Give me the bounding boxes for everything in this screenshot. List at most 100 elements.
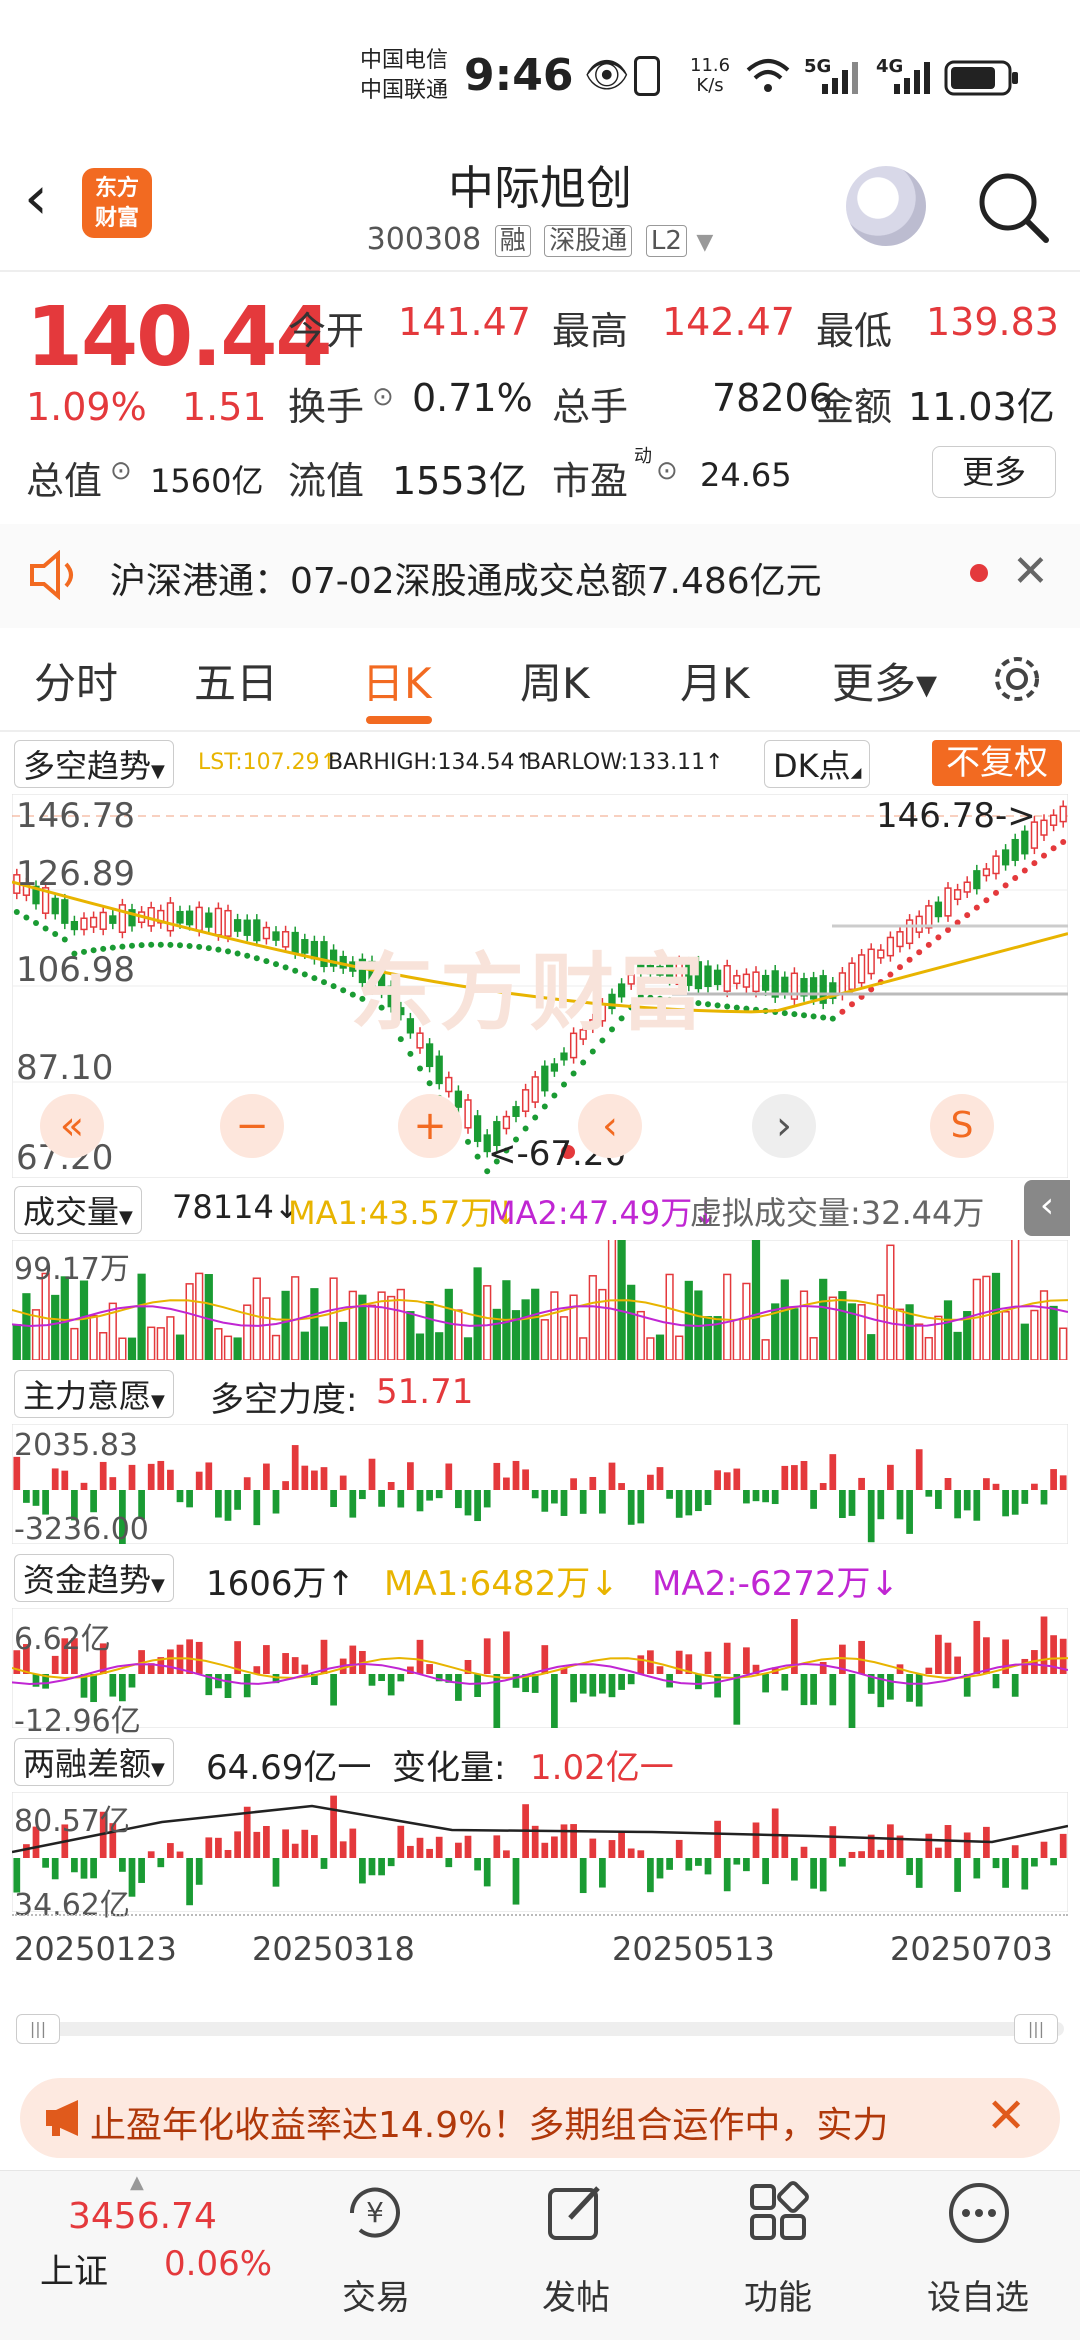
unread-dot [970, 564, 988, 582]
nav-functions[interactable]: 功能 [698, 2270, 858, 2319]
indicator-bar [368, 1858, 376, 1876]
tab-daily-k[interactable]: 日K [362, 650, 432, 711]
gear-icon[interactable] [990, 652, 1044, 706]
indicator-bar [848, 1490, 856, 1516]
zoom-in-button[interactable]: + [398, 1094, 462, 1158]
volume-bar [790, 1308, 799, 1360]
last-price: 140.44 [26, 290, 332, 385]
scroll-left-button[interactable]: ‹ [578, 1094, 642, 1158]
indicator-bar [243, 1477, 251, 1490]
indicator-bar [128, 1674, 136, 1688]
range-handle-left[interactable]: ||| [16, 2014, 60, 2044]
tab-more[interactable]: 更多▾ [832, 650, 937, 711]
range-handle-right[interactable]: ||| [1014, 2014, 1058, 2044]
nav-post[interactable]: 发帖 [496, 2270, 656, 2319]
indicator-bar [983, 1478, 990, 1490]
indicator-selector[interactable]: 多空趋势▼ [14, 740, 174, 788]
indicator-bar [90, 1858, 97, 1879]
assistant-robot-icon[interactable] [846, 166, 926, 246]
index-pct[interactable]: 0.06% [164, 2244, 272, 2284]
indicator-bar [320, 1467, 328, 1490]
info-icon-2[interactable]: ⊙ [110, 456, 132, 486]
indicator-bar [445, 1858, 453, 1868]
dk-label: DK点 [773, 747, 851, 785]
y-label-2: 126.89 [16, 854, 135, 894]
scroll-left-fast-button[interactable]: « [40, 1094, 104, 1158]
volume-bar [655, 1334, 665, 1360]
main-force-selector[interactable]: 主力意愿▼ [14, 1370, 174, 1418]
indicator-bar [215, 1837, 222, 1858]
fund-trend-selector[interactable]: 资金趋势▼ [14, 1554, 174, 1602]
indicator-bar [810, 1858, 817, 1889]
range-slider-track[interactable] [16, 2022, 1064, 2036]
status-bar: 中国电信 中国联通 9:46 👁 11.6 K/s 5G 4G [0, 0, 1080, 150]
active-tab-indicator [366, 716, 432, 724]
scroll-right-button[interactable]: › [752, 1094, 816, 1158]
volume-selector[interactable]: 成交量▼ [14, 1186, 142, 1234]
functions-icon[interactable] [746, 2180, 812, 2246]
trend-dot [791, 1011, 798, 1018]
indicator-bar [32, 1674, 40, 1687]
info-icon-3[interactable]: ⊙ [656, 456, 678, 486]
indicator-bar [733, 1858, 741, 1865]
close-icon[interactable]: ✕ [986, 2088, 1026, 2144]
volume-bar [310, 1288, 319, 1360]
more-button[interactable]: 更多 [932, 446, 1056, 498]
nav-watchlist[interactable]: 设自选 [898, 2270, 1058, 2319]
margin-value: 64.69亿一 [206, 1748, 372, 1788]
volume-bar [79, 1280, 89, 1360]
fullscreen-icon[interactable]: S [930, 1094, 994, 1158]
adjust-button[interactable]: 不复权 [932, 740, 1062, 786]
main-force-label: 主力意愿 [23, 1377, 152, 1415]
search-icon[interactable] [974, 168, 1054, 248]
indicator-bar [781, 1674, 789, 1691]
more-options-icon[interactable] [946, 2180, 1012, 2246]
turnover-label: 换手 [288, 385, 365, 429]
candle [166, 902, 175, 932]
tab-weekly-k[interactable]: 周K [520, 650, 590, 711]
tab-intraday[interactable]: 分时 [34, 650, 118, 711]
close-icon[interactable]: ✕ [1012, 546, 1049, 597]
indicator-bar [311, 1835, 318, 1858]
index-value[interactable]: 3456.74 [68, 2196, 217, 2237]
candle [550, 1063, 559, 1072]
indicator-bar [397, 1674, 405, 1682]
indicator-bar [608, 1462, 616, 1490]
indicator-bar [589, 1838, 597, 1858]
candle [781, 976, 789, 994]
indicator-bar [243, 1806, 251, 1858]
indicator-bar [483, 1638, 491, 1674]
tab-five-day[interactable]: 五日 [194, 650, 278, 711]
indicator-bar [992, 1674, 1000, 1689]
tab-monthly-k[interactable]: 月K [680, 650, 750, 711]
volume-bar [262, 1297, 271, 1360]
indicator-bar [637, 1655, 645, 1674]
post-icon[interactable] [544, 2180, 610, 2246]
trade-icon[interactable]: ¥ [342, 2180, 408, 2246]
indicator-bar [455, 1490, 462, 1509]
indicator-bar [560, 1824, 568, 1858]
indicator-bar [224, 1490, 232, 1521]
trend-dot [42, 925, 49, 932]
indicator-bar [791, 1858, 798, 1881]
indicator-bar [512, 1460, 520, 1490]
main-force-top: 2035.83 [14, 1428, 139, 1463]
indicator-bar [1011, 1845, 1019, 1858]
nav-trade[interactable]: 交易 [296, 2270, 456, 2319]
zoom-out-button[interactable]: − [220, 1094, 284, 1158]
indicator-bar [90, 1490, 97, 1513]
margin-selector[interactable]: 两融差额▼ [14, 1738, 174, 1786]
stock-code: 300308 [366, 222, 482, 257]
trend-dot [839, 1008, 846, 1015]
trend-dot [129, 942, 135, 949]
indicator-bar [531, 1674, 539, 1693]
dk-point-selector[interactable]: DK点◢ [764, 740, 871, 788]
candle [320, 941, 328, 968]
index-name[interactable]: 上证 [40, 2244, 108, 2293]
trend-dot [925, 941, 932, 948]
info-icon[interactable]: ⊙ [372, 382, 394, 412]
indicator-bar [647, 1474, 654, 1490]
collapse-panel-icon[interactable]: ‹ [1024, 1180, 1070, 1236]
indicator-bar [301, 1465, 309, 1490]
candle [195, 906, 203, 932]
